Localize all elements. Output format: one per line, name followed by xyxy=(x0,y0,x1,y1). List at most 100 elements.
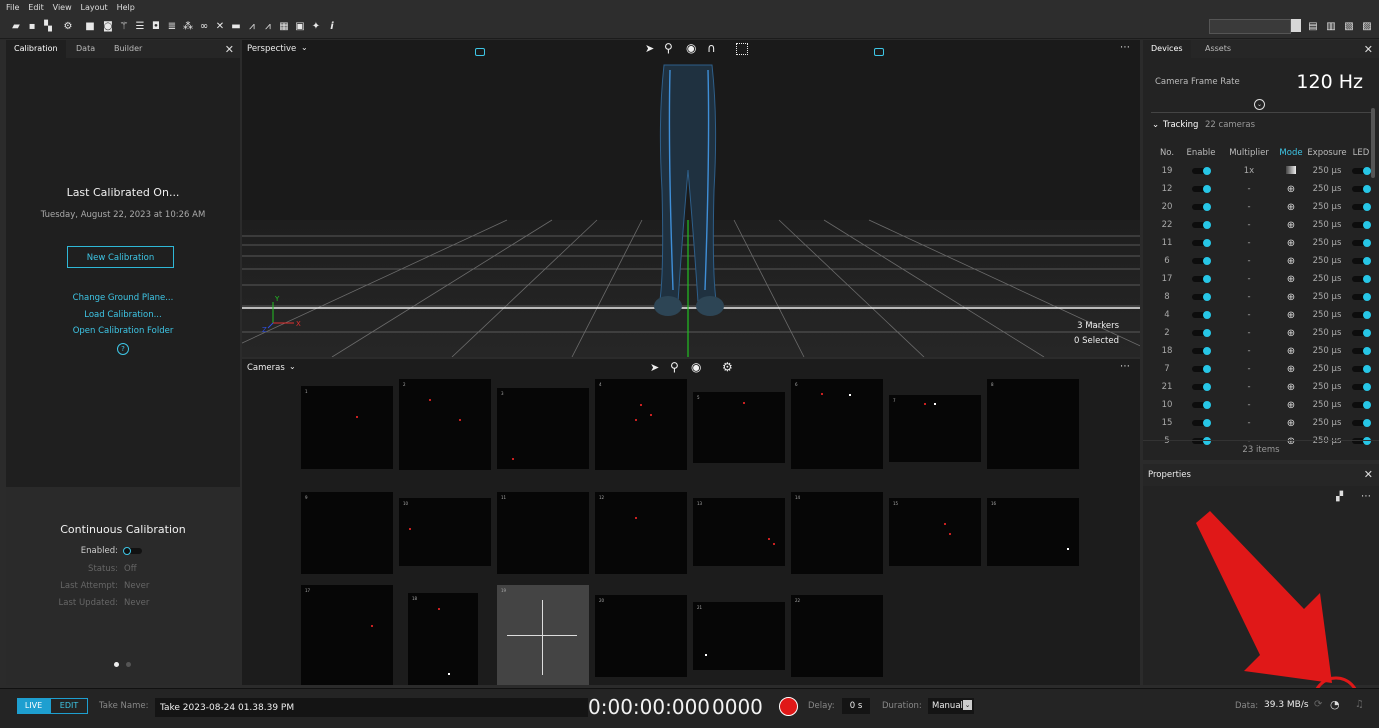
camera-tile-17[interactable]: 17 xyxy=(301,585,393,685)
frame-icon[interactable]: ▣ xyxy=(294,21,306,32)
table-row[interactable]: 8 - ⊕ 250 µs xyxy=(1151,288,1371,306)
chevron-down-icon[interactable]: ⌄ xyxy=(301,43,308,52)
camera-tile-2[interactable]: 2 xyxy=(399,379,491,470)
tab-assets[interactable]: Assets xyxy=(1205,44,1231,53)
exposure[interactable]: 250 µs xyxy=(1303,414,1351,432)
table-row[interactable]: 19 1x 250 µs xyxy=(1151,162,1371,180)
camera-marker-icon[interactable] xyxy=(475,48,485,56)
camera-tile-12[interactable]: 12 xyxy=(595,492,687,574)
chevron-down-icon[interactable] xyxy=(1291,19,1301,32)
camera-tile-13[interactable]: 13 xyxy=(693,498,785,566)
enable-toggle[interactable] xyxy=(1183,198,1219,216)
object-mode-icon[interactable]: ⊕ xyxy=(1287,184,1295,195)
multiplier[interactable]: - xyxy=(1219,288,1279,306)
exposure[interactable]: 250 µs xyxy=(1303,288,1351,306)
video-icon[interactable]: ▬ xyxy=(230,21,242,32)
view-icon[interactable]: ◉ xyxy=(686,41,696,55)
load-calibration-link[interactable]: Load Calibration... xyxy=(6,310,240,320)
close-icon[interactable]: ✕ xyxy=(225,43,234,56)
perspective-viewport[interactable]: Y X Z Perspective ⌄ ➤ ⚲ ◉ ∩ ⋯ 3 Markers … xyxy=(242,40,1140,357)
cameras-viewport[interactable]: Cameras ⌄ ➤ ⚲ ◉ ⚙ ⋯ 1 2 3 4 5 6 7 8 9 10… xyxy=(242,359,1140,685)
camera-tile-19[interactable]: 19 xyxy=(497,585,589,685)
object-mode-icon[interactable]: ⊕ xyxy=(1287,400,1295,411)
settings-icon[interactable]: ⚙ xyxy=(62,21,74,32)
tracking-label[interactable]: Tracking xyxy=(1163,120,1198,130)
enabled-toggle[interactable] xyxy=(123,547,142,555)
delay-input[interactable]: 0 s xyxy=(842,698,870,714)
exposure[interactable]: 250 µs xyxy=(1303,180,1351,198)
enable-toggle[interactable] xyxy=(1183,360,1219,378)
menu-view[interactable]: View xyxy=(53,3,72,12)
multiplier[interactable]: - xyxy=(1219,216,1279,234)
object-mode-icon[interactable]: ⊕ xyxy=(1287,202,1295,213)
open-calibration-folder-link[interactable]: Open Calibration Folder xyxy=(6,326,240,336)
col-enable[interactable]: Enable xyxy=(1183,144,1219,162)
led-toggle[interactable] xyxy=(1351,306,1371,324)
object-mode-icon[interactable]: ⊕ xyxy=(1287,292,1295,303)
exposure[interactable]: 250 µs xyxy=(1303,216,1351,234)
perspective-title[interactable]: Perspective xyxy=(247,44,296,54)
table-row[interactable]: 11 - ⊕ 250 µs xyxy=(1151,234,1371,252)
led-toggle[interactable] xyxy=(1351,288,1371,306)
record-button[interactable] xyxy=(779,697,798,716)
enable-toggle[interactable] xyxy=(1183,216,1219,234)
menu-file[interactable]: File xyxy=(6,3,19,12)
camera-tile-8[interactable]: 8 xyxy=(987,379,1079,469)
table-row[interactable]: 21 - ⊕ 250 µs xyxy=(1151,378,1371,396)
col-multiplier[interactable]: Multiplier xyxy=(1219,144,1279,162)
multiplier[interactable]: 1x xyxy=(1219,162,1279,180)
table-row[interactable]: 18 - ⊕ 250 µs xyxy=(1151,342,1371,360)
exposure[interactable]: 250 µs xyxy=(1303,360,1351,378)
layout-icon-4[interactable]: ▨ xyxy=(1361,21,1373,32)
multiplier[interactable]: - xyxy=(1219,396,1279,414)
enable-toggle[interactable] xyxy=(1183,162,1219,180)
pin-icon[interactable]: ▞ xyxy=(1336,492,1343,502)
led-toggle[interactable] xyxy=(1351,360,1371,378)
tab-data[interactable]: Data xyxy=(76,44,95,53)
camera-tile-20[interactable]: 20 xyxy=(595,595,687,677)
zoom-icon[interactable]: ⚲ xyxy=(664,41,673,55)
multiplier[interactable]: - xyxy=(1219,306,1279,324)
table-row[interactable]: 15 - ⊕ 250 µs xyxy=(1151,414,1371,432)
led-toggle[interactable] xyxy=(1351,234,1371,252)
menu-help[interactable]: Help xyxy=(117,3,135,12)
exposure[interactable]: 250 µs xyxy=(1303,342,1351,360)
object-mode-icon[interactable]: ⊕ xyxy=(1287,310,1295,321)
exposure[interactable]: 250 µs xyxy=(1303,252,1351,270)
layout-icon-2[interactable]: ▥ xyxy=(1325,21,1337,32)
new-calibration-button[interactable]: New Calibration xyxy=(67,246,174,268)
multiplier[interactable]: - xyxy=(1219,378,1279,396)
headphone-icon[interactable]: ∩ xyxy=(707,41,716,55)
take-name-input[interactable] xyxy=(155,698,588,717)
network-icon[interactable]: ⁂ xyxy=(182,21,194,32)
camera-tile-11[interactable]: 11 xyxy=(497,492,589,574)
object-mode-icon[interactable]: ⊕ xyxy=(1287,346,1295,357)
object-mode-icon[interactable]: ⊕ xyxy=(1287,274,1295,285)
object-mode-icon[interactable]: ⊕ xyxy=(1287,418,1295,429)
tab-builder[interactable]: Builder xyxy=(114,44,142,53)
page-dot-active[interactable] xyxy=(114,662,119,667)
multiplier[interactable]: - xyxy=(1219,270,1279,288)
table-row[interactable]: 12 - ⊕ 250 µs xyxy=(1151,180,1371,198)
camera-tile-21[interactable]: 21 xyxy=(693,602,785,670)
tab-calibration[interactable]: Calibration xyxy=(6,40,66,58)
camera-tile-10[interactable]: 10 xyxy=(399,498,491,566)
exposure[interactable]: 250 µs xyxy=(1303,198,1351,216)
camera-tile-9[interactable]: 9 xyxy=(301,492,393,574)
led-toggle[interactable] xyxy=(1351,378,1371,396)
grayscale-mode-icon[interactable] xyxy=(1286,165,1296,174)
more-icon[interactable]: ⋯ xyxy=(1120,361,1130,372)
live-button[interactable]: LIVE xyxy=(17,698,50,714)
led-toggle[interactable] xyxy=(1351,270,1371,288)
list-icon[interactable]: ≣ xyxy=(166,21,178,32)
table-row[interactable]: 17 - ⊕ 250 µs xyxy=(1151,270,1371,288)
multiplier[interactable]: - xyxy=(1219,342,1279,360)
camera-icon[interactable]: ◙ xyxy=(102,21,114,32)
import-icon[interactable]: ▚ xyxy=(42,21,54,32)
enable-toggle[interactable] xyxy=(1183,234,1219,252)
curve-icon[interactable]: ⩘ xyxy=(262,21,274,32)
more-icon[interactable]: ⋯ xyxy=(1361,491,1371,502)
info-icon[interactable]: i xyxy=(326,21,338,32)
more-icon[interactable]: ⋯ xyxy=(1120,42,1130,53)
sparkle-icon[interactable]: ✦ xyxy=(310,21,322,32)
